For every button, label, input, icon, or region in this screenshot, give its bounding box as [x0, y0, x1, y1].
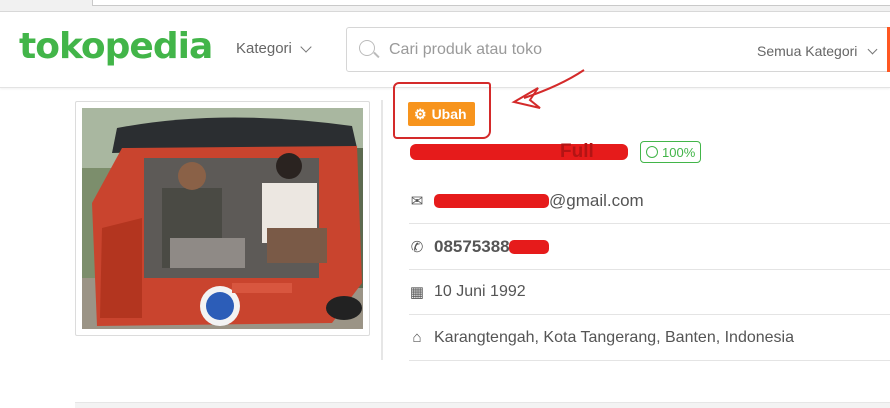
name-suffix: Full: [560, 141, 594, 162]
kategori-label: Kategori: [236, 40, 292, 57]
address: Karangtengah, Kota Tangerang, Banten, In…: [434, 328, 794, 346]
calendar-icon: ▦: [409, 284, 425, 301]
profile-photo-card: [75, 101, 370, 336]
smile-icon: [646, 146, 658, 158]
redaction-mark: [508, 239, 549, 254]
edit-label: Ubah: [431, 106, 467, 122]
envelope-icon: ✉: [410, 192, 424, 210]
email-domain: @gmail.com: [549, 190, 644, 210]
phone-row: ✆ 08575388: [409, 224, 890, 270]
phone-number: 08575388: [434, 236, 510, 256]
search-icon: [359, 40, 375, 56]
birthdate-row: ▦ 10 Juni 1992: [409, 270, 890, 315]
kategori-menu[interactable]: Kategori: [236, 40, 312, 57]
profile-name-row: Full 100%: [410, 141, 702, 163]
chevron-down-icon: [867, 44, 878, 54]
gear-icon: ⚙: [414, 105, 427, 122]
search-bar[interactable]: Cari produk atau toko Semua Kategori: [346, 27, 888, 72]
browser-chrome: [0, 0, 890, 12]
annotation-arrow: [511, 69, 585, 109]
phone-icon: ✆: [410, 238, 424, 256]
column-divider: [381, 100, 383, 360]
profile-name: Full: [410, 141, 628, 163]
address-row: ⌂ Karangtengah, Kota Tangerang, Banten, …: [409, 315, 890, 361]
home-icon: ⌂: [412, 329, 422, 346]
edit-profile-button[interactable]: ⚙ Ubah: [408, 102, 475, 126]
birth-date: 10 Juni 1992: [434, 283, 526, 300]
search-input[interactable]: Cari produk atau toko: [389, 41, 542, 59]
redaction-mark: [434, 193, 549, 208]
profile-photo[interactable]: [82, 108, 363, 329]
site-header: tokopedia Kategori Cari produk atau toko…: [0, 12, 890, 88]
address-bar[interactable]: [92, 0, 890, 6]
reputation-badge[interactable]: 100%: [640, 141, 702, 163]
search-category-label: Semua Kategori: [757, 43, 858, 59]
profile-photo-image: [82, 108, 363, 329]
tokopedia-logo[interactable]: tokopedia: [19, 26, 213, 67]
section-divider: [75, 402, 890, 408]
redaction-mark: [410, 144, 628, 160]
email-row: ✉ @gmail.com: [409, 178, 890, 224]
chevron-down-icon: [300, 40, 312, 53]
search-category-select[interactable]: Semua Kategori: [757, 43, 878, 59]
reputation-value: 100%: [662, 144, 696, 160]
